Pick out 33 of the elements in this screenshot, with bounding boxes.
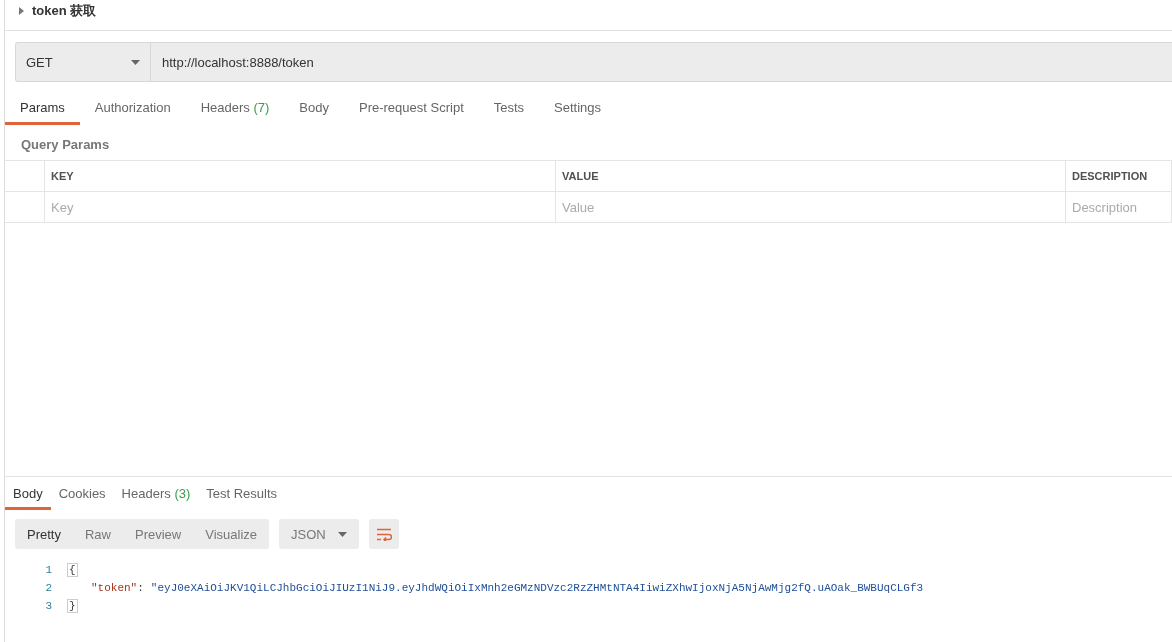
column-header: KEY (51, 170, 74, 182)
view-mode-tab[interactable]: Raw (72, 519, 123, 549)
tab[interactable]: Authorization (79, 94, 186, 125)
expand-arrow-icon[interactable] (19, 7, 24, 15)
tab[interactable]: Pre-request Script (344, 94, 479, 125)
tab[interactable]: Headers (7) (185, 94, 285, 125)
tab[interactable]: Tests (478, 94, 540, 125)
json-value: "eyJ0eXAiOiJKV1QiLCJhbGciOiJIUzI1NiJ9.eyJhdWQiOiIxMnh2eGMzNDVzc2RzZHMtNTA4IiwiZXhwIjoxNjA5NjAwMjg2fQ.uAOak_BWBUqCLGf3 (150, 582, 924, 594)
wrap-lines-icon (375, 527, 392, 541)
code-bracket: { (67, 563, 78, 577)
code-bracket: } (67, 599, 78, 613)
format-dropdown[interactable]: JSON (279, 519, 359, 549)
tab[interactable]: Cookies (50, 482, 114, 510)
tab[interactable]: Headers (3) (113, 482, 199, 510)
line-number: 3 (44, 600, 53, 612)
view-mode-tab[interactable]: Pretty (15, 519, 73, 549)
request-name: token 获取 (32, 2, 97, 20)
wrap-button[interactable] (368, 519, 399, 549)
view-mode-tab[interactable]: Visualize (193, 519, 270, 549)
view-mode-tab[interactable]: Preview (123, 519, 194, 549)
caret-icon (337, 531, 347, 537)
section-title: Query Params (20, 136, 111, 154)
json-key: "token" (91, 582, 138, 594)
tab[interactable]: Test Results (198, 482, 286, 510)
tab[interactable]: Body (5, 482, 51, 510)
tab[interactable]: Params (5, 94, 80, 125)
tab[interactable]: Settings (539, 94, 617, 125)
line-number: 2 (44, 582, 53, 594)
json-colon: : (137, 582, 144, 594)
tab[interactable]: Body (284, 94, 344, 125)
column-header: DESCRIPTION (1072, 170, 1148, 182)
column-header: VALUE (562, 170, 599, 182)
line-number: 1 (44, 564, 53, 576)
